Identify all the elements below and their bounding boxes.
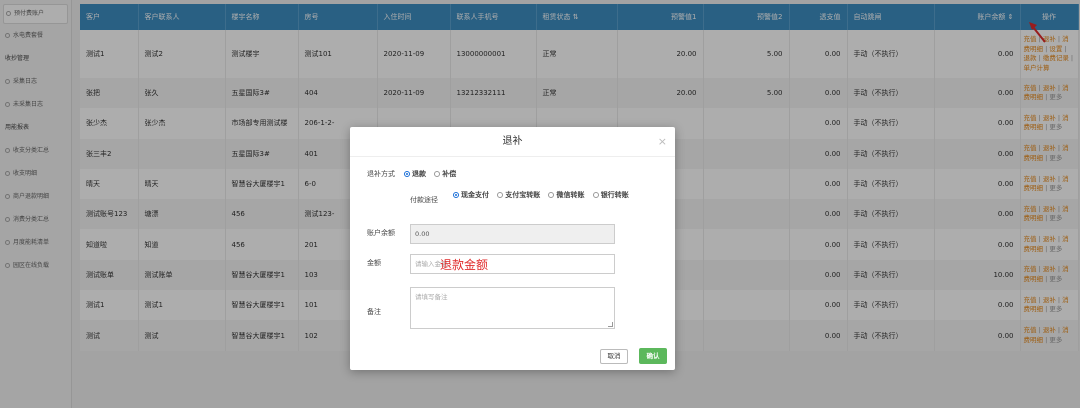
- confirm-button[interactable]: 确认: [639, 348, 667, 364]
- radio-cash[interactable]: 现金支付: [453, 191, 489, 199]
- remark-textarea[interactable]: 请填写备注: [410, 287, 615, 329]
- method-options: 退款 补偿: [404, 169, 462, 179]
- radio-refund[interactable]: 退款: [404, 170, 426, 178]
- radio-empty-icon: [548, 192, 555, 198]
- radio-wechat[interactable]: 微信转账: [548, 191, 584, 199]
- remark-label: 备注: [367, 308, 381, 316]
- pay-options: 现金支付 支付宝转账 微信转账 银行转账: [453, 190, 638, 200]
- amount-annotation: 退款金额: [440, 258, 489, 272]
- resize-handle-icon[interactable]: [608, 322, 613, 327]
- dialog-title: 退补 ×: [350, 127, 675, 157]
- radio-alipay[interactable]: 支付宝转账: [497, 191, 540, 199]
- radio-bank[interactable]: 银行转账: [592, 191, 629, 199]
- radio-empty-icon: [497, 192, 504, 198]
- pay-label: 付款途径: [410, 196, 438, 204]
- balance-field: 0.00: [410, 224, 615, 244]
- cancel-button[interactable]: 取消: [600, 349, 628, 364]
- radio-empty-icon: [434, 171, 441, 177]
- close-icon[interactable]: ×: [658, 127, 667, 157]
- radio-compensate[interactable]: 补偿: [434, 170, 456, 178]
- method-label: 退补方式: [367, 170, 395, 178]
- refund-dialog: 退补 × 退补方式 退款 补偿 付款途径 现金支付 支付宝转账 微信转账 银行转…: [350, 127, 675, 370]
- radio-selected-icon: [404, 171, 410, 177]
- amount-label: 金额: [367, 259, 381, 267]
- radio-empty-icon: [592, 192, 599, 198]
- balance-label: 账户余额: [367, 229, 395, 237]
- radio-selected-icon: [453, 192, 459, 198]
